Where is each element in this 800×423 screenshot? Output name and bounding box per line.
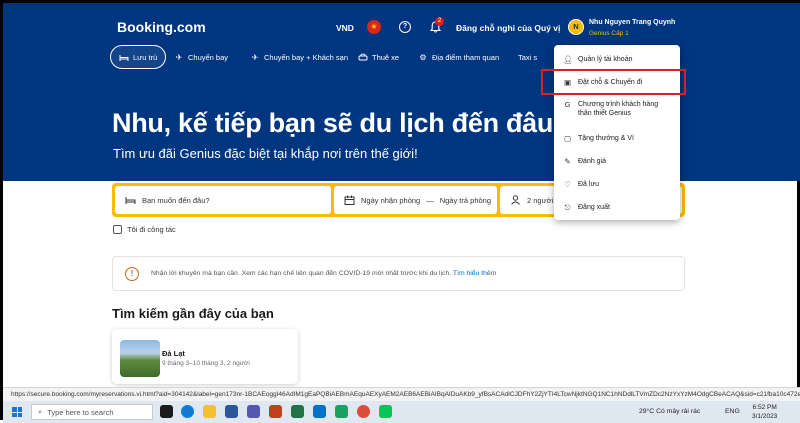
covid-text: Nhận lời khuyên mà bạn cần. Xem các hạn …	[151, 270, 496, 277]
taskbar-search-placeholder: Type here to search	[47, 407, 114, 417]
recent-place: Đà Lạt	[162, 349, 185, 358]
powerpoint-icon[interactable]	[269, 405, 282, 418]
nav-item-flight-hotel[interactable]: ✈ Chuyến bay + Khách sạn	[242, 45, 356, 69]
covid-notice: ! Nhận lời khuyên mà bạn cần. Xem các hạ…	[112, 256, 685, 291]
list-property-link[interactable]: Đăng chỗ nghỉ của Quý vị	[456, 23, 560, 33]
menu-item-label: Đã lưu	[578, 181, 600, 188]
business-trip-checkbox[interactable]: Tôi đi công tác	[113, 225, 176, 234]
hero-headline: Nhu, kế tiếp bạn sẽ du lịch đến đâu?	[112, 108, 570, 138]
window-frame: Booking.com VND ★ ? 2 Đăng chỗ nghỉ của …	[0, 0, 800, 423]
checkin-label: Ngày nhận phòng	[361, 195, 421, 205]
avatar[interactable]: N	[568, 19, 584, 35]
menu-item-genius[interactable]: G Chương trình khách hàng thân thiết Gen…	[554, 100, 672, 118]
notification-badge: 2	[435, 17, 444, 26]
bed-icon	[125, 197, 136, 204]
clock-time: 6:52 PM	[752, 404, 777, 411]
vietnam-flag-icon[interactable]: ★	[367, 20, 381, 34]
plane-hotel-icon: ✈	[251, 52, 259, 62]
store-icon[interactable]	[335, 405, 348, 418]
user-name[interactable]: Nhu Nguyen Trang Quynh	[589, 19, 675, 26]
weather-widget[interactable]: 29°C Có mây rải rác	[639, 408, 700, 415]
edge-icon[interactable]	[181, 405, 194, 418]
taskbar-search[interactable]: ⌕ Type here to search	[31, 404, 153, 420]
menu-item-label: Tặng thưởng & Ví	[578, 135, 634, 142]
search-icon: ⌕	[38, 407, 43, 416]
menu-item-label: Chương trình khách hàng thân thiết Geniu…	[578, 101, 659, 117]
nav-item-label: Thuê xe	[372, 52, 400, 62]
excel-icon[interactable]	[291, 405, 304, 418]
windows-start-icon[interactable]	[12, 407, 22, 417]
heart-icon: ♡	[564, 180, 571, 189]
wallet-icon: ▢	[563, 134, 572, 143]
menu-item-rewards[interactable]: ▢ Tặng thưởng & Ví	[554, 134, 680, 143]
info-icon: !	[125, 267, 139, 281]
learn-more-link[interactable]: Tìm hiểu thêm	[453, 270, 496, 277]
destination-placeholder: Bạn muốn đến đâu?	[142, 195, 210, 205]
nav-item-stays[interactable]: Lưu trú	[110, 45, 167, 69]
line-icon[interactable]	[379, 405, 392, 418]
nav-item-flights[interactable]: ✈ Chuyến bay	[166, 45, 236, 69]
nav-item-label: Chuyến bay	[188, 52, 229, 62]
nav-item-car-rental[interactable]: Thuê xe	[350, 45, 407, 69]
checkbox[interactable]	[113, 225, 122, 234]
person-icon	[511, 195, 520, 205]
menu-item-reviews[interactable]: ✎ Đánh giá	[554, 157, 680, 166]
attractions-icon: ⚙	[419, 52, 427, 62]
menu-item-label: Quản lý tài khoản	[578, 56, 633, 63]
covid-message: Nhận lời khuyên mà bạn cần. Xem các hạn …	[151, 270, 452, 277]
plane-icon: ✈	[175, 52, 183, 62]
nav-item-label: Chuyến bay + Khách sạn	[264, 52, 349, 62]
recent-search-card[interactable]: Đà Lạt 9 tháng 3–10 tháng 3, 2 người	[112, 329, 298, 384]
nav-item-taxi[interactable]: Taxi s	[510, 45, 545, 69]
calendar-icon	[344, 195, 355, 205]
currency-button[interactable]: VND	[336, 23, 354, 33]
annotation-highlight-box	[541, 69, 686, 95]
recent-searches-title: Tìm kiếm gần đây của bạn	[112, 306, 274, 321]
date-picker[interactable]: Ngày nhận phòng — Ngày trả phòng	[334, 186, 497, 214]
system-clock[interactable]: 6:52 PM 3/1/2023	[752, 403, 777, 421]
menu-item-label: Đánh giá	[578, 158, 607, 165]
genius-icon: G	[564, 100, 571, 109]
chrome-icon[interactable]	[357, 405, 370, 418]
file-explorer-icon[interactable]	[203, 405, 216, 418]
menu-item-saved[interactable]: ♡ Đã lưu	[554, 180, 680, 189]
business-trip-label: Tôi đi công tác	[127, 225, 176, 234]
recent-details: 9 tháng 3–10 tháng 3, 2 người	[162, 360, 250, 367]
review-icon: ✎	[564, 157, 571, 166]
checkout-label: Ngày trả phòng	[439, 195, 492, 205]
word-icon[interactable]	[225, 405, 238, 418]
language-indicator[interactable]: ENG	[725, 408, 740, 415]
date-separator: —	[426, 195, 434, 205]
menu-item-logout[interactable]: ⎋ Đăng xuất	[554, 203, 680, 212]
outlook-icon[interactable]	[313, 405, 326, 418]
destination-input[interactable]: Bạn muốn đến đâu?	[115, 186, 331, 214]
destination-thumbnail	[120, 340, 160, 377]
menu-item-label: Đăng xuất	[578, 204, 610, 211]
nav-item-label: Taxi s	[518, 52, 538, 62]
help-icon[interactable]: ?	[399, 21, 411, 33]
teams-icon[interactable]	[247, 405, 260, 418]
nav-item-label: Địa điểm tham quan	[432, 52, 500, 62]
user-icon: 👤︎	[563, 55, 573, 64]
bed-icon	[119, 54, 129, 61]
menu-item-manage-account[interactable]: 👤︎ Quản lý tài khoản	[554, 55, 680, 64]
task-view-icon[interactable]	[160, 405, 173, 418]
nav-item-label: Lưu trú	[133, 52, 158, 62]
booking-logo[interactable]: Booking.com	[117, 19, 206, 35]
genius-level: Genius Cấp 1	[589, 30, 629, 37]
car-icon	[358, 53, 368, 60]
hero-subhead: Tìm ưu đãi Genius đặc biệt tại khắp nơi …	[113, 146, 418, 161]
browser-status-bar: https://secure.booking.com/myreservation…	[3, 387, 800, 401]
logout-icon: ⎋	[564, 203, 571, 212]
nav-item-attractions[interactable]: ⚙ Địa điểm tham quan	[410, 45, 507, 69]
